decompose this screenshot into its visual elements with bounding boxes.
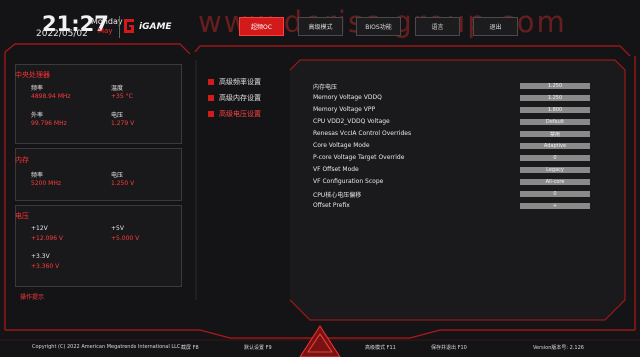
setting-label-mem-voltage: 内存电压 (313, 84, 338, 91)
copyright: Copyright (C) 2022 American Megatrends I… (32, 344, 181, 350)
clock-date: 2022/05/02 (36, 29, 88, 39)
mem-freq-value: 5200 MHz (31, 180, 62, 187)
version: Version版本号: 2.126 (533, 345, 584, 351)
setting-label-vf-scope: VF Configuration Scope (313, 178, 384, 185)
setting-value-vddq[interactable]: 1.250 (520, 95, 590, 101)
shortcut-advanced[interactable]: 高级模式 F11 (365, 344, 396, 351)
menu-memory-settings[interactable]: 高级内存设置 (208, 93, 261, 103)
weekday: Monday (91, 17, 123, 26)
tab-bios[interactable]: BIOS功能 (356, 17, 401, 36)
cpu-volt-value: 1.279 V (111, 120, 135, 127)
setting-value-core-offset[interactable]: 0 (520, 191, 590, 197)
cpu-freq-label: 频率 (31, 85, 44, 92)
shortcut-screenshot[interactable]: 截屏 F8 (181, 344, 199, 351)
setting-label-pcore: P-core Voltage Target Override (313, 154, 405, 161)
v12-label: +12V (31, 225, 48, 232)
header-divider (119, 16, 120, 38)
month: May (98, 27, 113, 35)
shortcut-save-exit[interactable]: 保存并退出 F10 (431, 344, 467, 351)
shortcut-defaults[interactable]: 默认设置 F9 (244, 344, 272, 351)
tab-advanced[interactable]: 高级模式 (298, 17, 343, 36)
menu-voltage-settings[interactable]: 高级电压设置 (208, 109, 261, 119)
setting-label-core-offset: CPU核心电压偏移 (313, 192, 362, 199)
menu-bullet-icon (208, 111, 214, 117)
mem-volt-label: 电压 (111, 172, 124, 179)
tab-language[interactable]: 语言 (415, 17, 460, 36)
cpu-volt-label: 电压 (111, 112, 124, 119)
setting-value-pcore[interactable]: 0 (520, 155, 590, 161)
cpu-temp-value: +35 °C (111, 93, 133, 100)
menu-bullet-icon (208, 79, 214, 85)
setting-label-offset-prefix: Offset Prefix (313, 202, 350, 209)
brand-name: iGAME (139, 22, 172, 32)
setting-label-vpp: Memory Voltage VPP (313, 106, 376, 113)
mem-volt-value: 1.250 V (111, 180, 135, 187)
brand-logo-icon (124, 19, 134, 33)
cpu-title: 中央处理器 (15, 71, 50, 79)
setting-label-vf-offset: VF Offset Mode (313, 166, 359, 173)
cpu-bclk-label: 外率 (31, 112, 44, 119)
mem-freq-label: 频率 (31, 172, 44, 179)
v5-value: +5.000 V (111, 235, 140, 242)
setting-value-mem-voltage[interactable]: 1.250 (520, 83, 590, 89)
setting-label-vdd2: CPU VDD2_VDDQ Voltage (313, 118, 390, 125)
setting-label-vddq: Memory Voltage VDDQ (313, 94, 382, 101)
setting-value-vf-offset[interactable]: Legacy (520, 167, 590, 173)
setting-value-vdd2[interactable]: Default (520, 119, 590, 125)
cpu-bclk-value: 99.796 MHz (31, 120, 67, 127)
setting-value-vpp[interactable]: 1.800 (520, 107, 590, 113)
v12-value: +12.096 V (31, 235, 64, 242)
operation-hint: 操作提示 (20, 294, 45, 301)
setting-value-core-mode[interactable]: Adaptive (520, 143, 590, 149)
setting-value-vf-scope[interactable]: All-core (520, 179, 590, 185)
menu-bullet-icon (208, 95, 214, 101)
setting-label-core-mode: Core Voltage Mode (313, 142, 370, 149)
voltage-title: 电压 (15, 212, 29, 220)
setting-value-offset-prefix[interactable]: + (520, 203, 590, 209)
menu-freq-settings[interactable]: 高级频率设置 (208, 77, 261, 87)
v33-label: +3.3V (31, 253, 50, 260)
cpu-temp-label: 温度 (111, 85, 124, 92)
tab-exit[interactable]: 退出 (473, 17, 518, 36)
tab-oc[interactable]: 超频OC (239, 17, 284, 36)
v33-value: +3.360 V (31, 263, 60, 270)
v5-label: +5V (111, 225, 124, 232)
setting-value-renesas[interactable]: 禁用 (520, 131, 590, 138)
setting-label-renesas: Renesas VccIA Control Overrides (313, 130, 412, 137)
cpu-freq-value: 4898.94 MHz (31, 93, 71, 100)
memory-title: 内存 (15, 156, 29, 164)
voltage-panel (15, 205, 182, 287)
